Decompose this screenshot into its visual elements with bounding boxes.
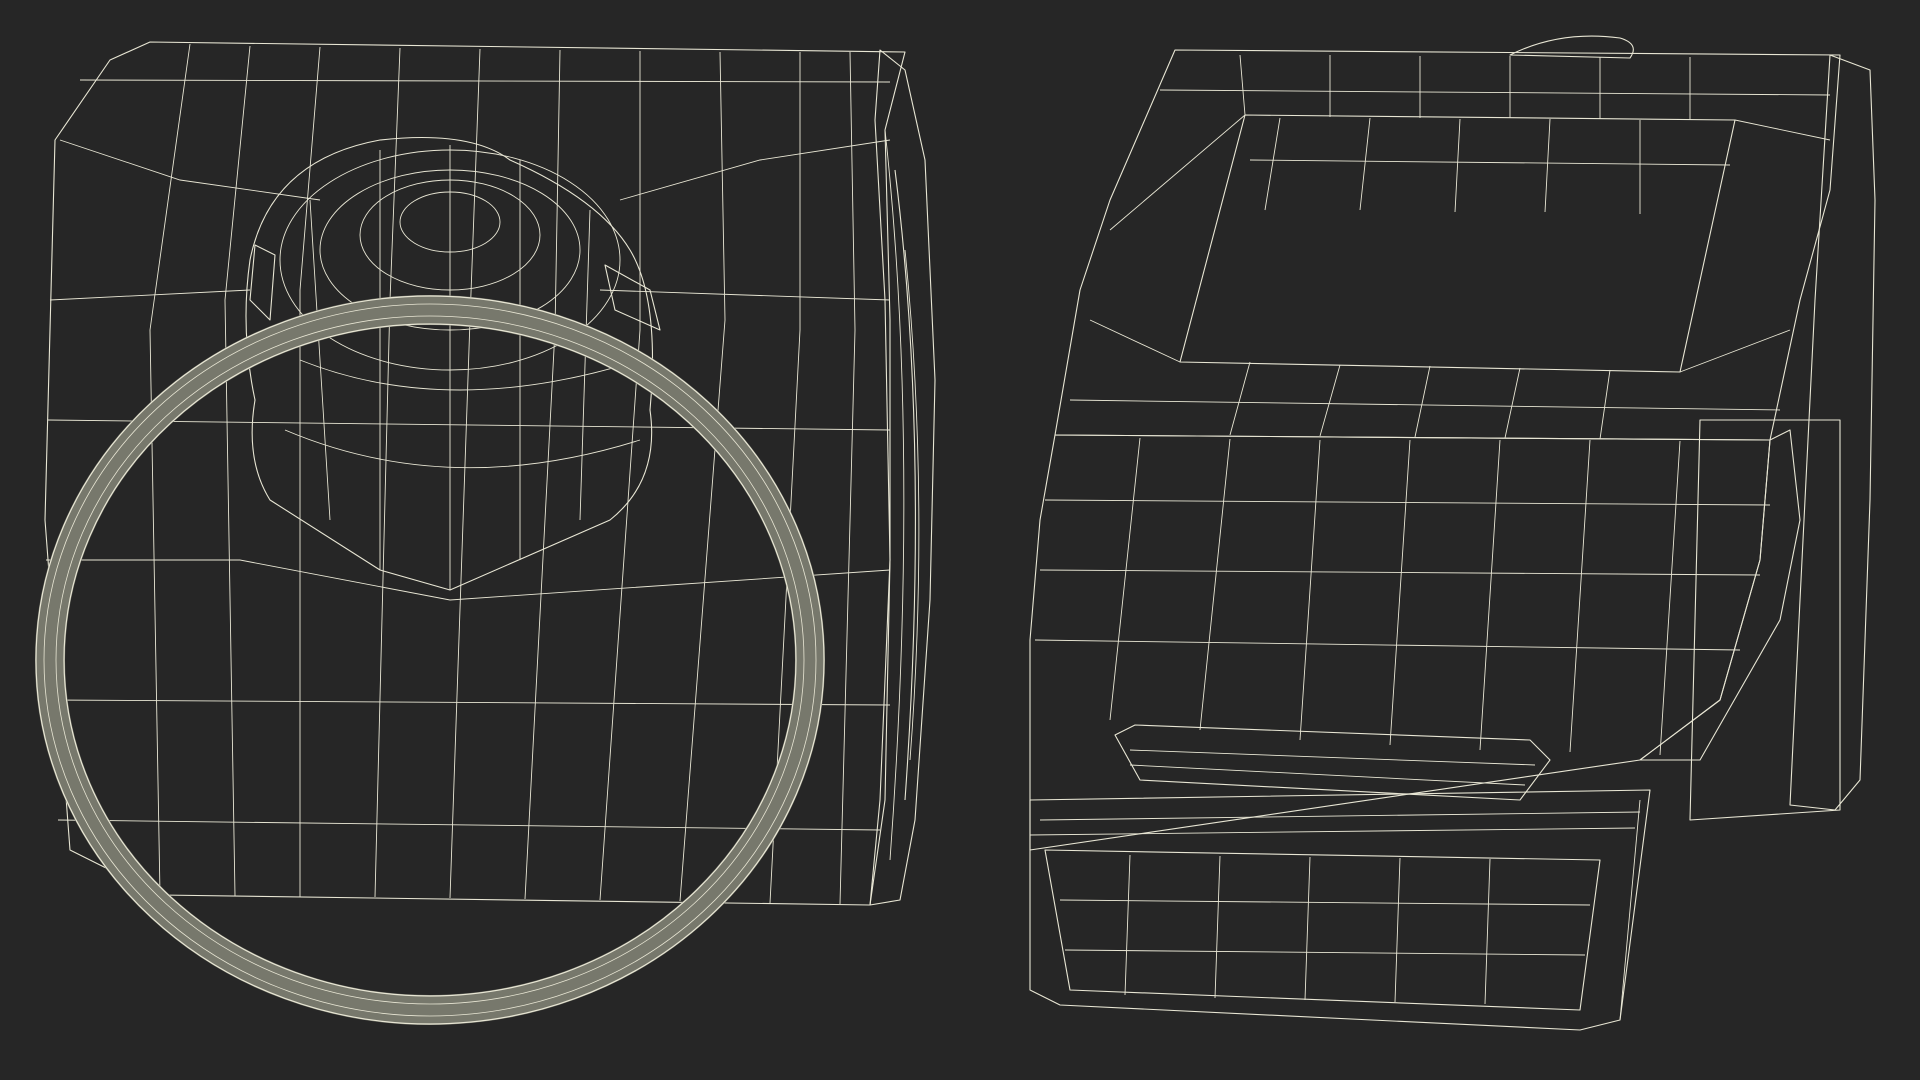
whistle-right-mouthpiece-mesh [1029,799,1641,1021]
whistle-left-mesh-horizontal [46,79,891,831]
whistle-left-rim-inner [894,169,916,801]
whistle-right-side-slope [1639,429,1801,761]
whistle-right-front-face [1029,434,1771,851]
whistle-right-mouthpiece-opening [1044,849,1601,1011]
whistle-right-top-face [1054,49,1841,441]
whistle-left-slot-right [604,264,661,331]
whistle-left-dome-mesh [279,145,641,590]
whistle-back-view [35,41,936,1025]
whistle-right-mouthpiece [1029,789,1651,1031]
whistle-left-key-ring [35,295,825,1025]
whistle-right-lip-ridge [1114,724,1551,801]
whistle-front-view [1029,35,1876,1031]
whistle-right-top-mesh [1069,54,1831,440]
whistle-right-top-knob [1509,35,1634,59]
whistle-left-slot-left [249,244,276,321]
whistle-right-back-block [1689,419,1841,821]
whistle-right-top-opening [1179,114,1736,373]
wireframe-render-canvas [35,35,1876,1031]
whistle-right-side-cylinder [1789,54,1876,811]
whistle-right-front-mesh [1034,437,1771,756]
whistle-left-side-rim [869,49,936,906]
